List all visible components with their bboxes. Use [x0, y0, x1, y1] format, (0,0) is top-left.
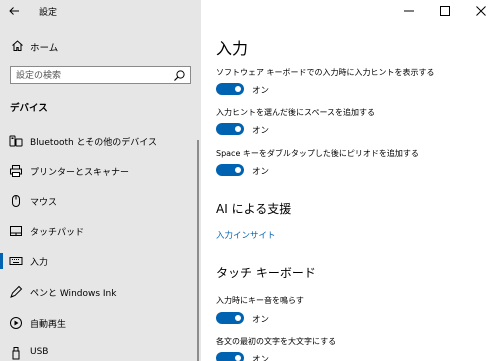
toggle-knob — [235, 355, 241, 361]
toggle-capitalize[interactable] — [216, 352, 244, 361]
sidebar-item-label: プリンターとスキャナー — [30, 168, 130, 178]
sidebar-item-typing[interactable]: 入力 — [0, 249, 201, 273]
close-icon — [476, 6, 486, 16]
usb-icon — [12, 347, 20, 360]
sidebar-item-usb[interactable]: USB — [0, 341, 201, 361]
sidebar: 設定 ホーム デバイス Bluetooth とその他のデバイス — [0, 0, 201, 361]
sidebar-item-label: Bluetooth とその他のデバイス — [30, 138, 158, 148]
home-icon — [12, 40, 23, 51]
toggle-state-label: オン — [252, 355, 270, 361]
toggle-knob — [235, 167, 241, 173]
setting-label: 各文の最初の文字を大文字にする — [216, 337, 337, 346]
sidebar-item-bluetooth[interactable]: Bluetooth とその他のデバイス — [0, 129, 201, 153]
keyboard-icon — [9, 257, 23, 265]
autoplay-icon — [10, 317, 22, 329]
back-arrow-icon — [9, 7, 19, 15]
window-controls — [390, 0, 500, 22]
toggle-knob — [235, 86, 241, 92]
toggle-add-period[interactable] — [216, 164, 244, 176]
touchpad-icon — [10, 226, 22, 236]
home-label: ホーム — [30, 43, 59, 54]
sidebar-item-label: USB — [30, 347, 49, 357]
close-button[interactable] — [464, 0, 498, 22]
title-bar: 設定 — [0, 0, 201, 22]
toggle-add-space[interactable] — [216, 123, 244, 135]
toggle-show-text-suggestions[interactable] — [216, 83, 244, 95]
sidebar-scrollbar[interactable] — [197, 140, 199, 361]
toggle-state-label: オン — [252, 126, 270, 136]
search-icon[interactable] — [173, 69, 186, 82]
sidebar-item-touchpad[interactable]: タッチパッド — [0, 219, 201, 243]
app-title: 設定 — [39, 8, 58, 18]
setting-label: 入力時にキー音を鳴らす — [216, 296, 304, 305]
sidebar-item-label: 自動再生 — [30, 320, 67, 330]
sidebar-item-home[interactable]: ホーム — [0, 36, 201, 56]
back-button[interactable] — [6, 3, 22, 19]
toggle-state-label: オン — [252, 86, 270, 96]
selection-indicator — [0, 253, 3, 269]
minimize-button[interactable] — [392, 0, 426, 22]
sidebar-item-pen[interactable]: ペンと Windows Ink — [0, 280, 201, 304]
sidebar-item-label: マウス — [30, 198, 58, 208]
sidebar-item-mouse[interactable]: マウス — [0, 189, 201, 213]
setting-label: Space キーをダブルタップした後にピリオドを追加する — [216, 149, 419, 158]
sidebar-item-label: ペンと Windows Ink — [30, 289, 117, 299]
toggle-knob — [235, 126, 241, 132]
toggle-state-label: オン — [252, 167, 270, 177]
setting-label: 入力ヒントを選んだ後にスペースを追加する — [216, 108, 376, 117]
page-title: 入力 — [216, 39, 249, 58]
sidebar-item-label: 入力 — [30, 258, 49, 268]
settings-window: 設定 ホーム デバイス Bluetooth とその他のデバイス — [0, 0, 500, 361]
toggle-key-sounds[interactable] — [216, 312, 244, 324]
pen-icon — [10, 285, 23, 298]
minimize-icon — [404, 10, 414, 12]
maximize-button[interactable] — [428, 0, 462, 22]
section-heading-ai: AI による支援 — [216, 202, 292, 216]
section-heading-touch-keyboard: タッチ キーボード — [216, 266, 316, 280]
main-content: 入力 ソフトウェア キーボードでの入力時に入力ヒントを表示する オン 入力ヒント… — [201, 0, 500, 361]
sidebar-item-label: タッチパッド — [30, 228, 85, 238]
setting-label: ソフトウェア キーボードでの入力時に入力ヒントを表示する — [216, 68, 435, 77]
search-box — [10, 66, 191, 84]
printer-icon — [10, 165, 22, 177]
search-input[interactable] — [16, 69, 166, 82]
sidebar-item-printers[interactable]: プリンターとスキャナー — [0, 159, 201, 183]
section-heading-devices: デバイス — [10, 103, 48, 114]
toggle-state-label: オン — [252, 315, 270, 325]
bluetooth-devices-icon — [9, 135, 23, 147]
typing-insights-link[interactable]: 入力インサイト — [216, 229, 276, 241]
sidebar-item-autoplay[interactable]: 自動再生 — [0, 311, 201, 335]
maximize-icon — [440, 6, 450, 16]
toggle-knob — [235, 315, 241, 321]
mouse-icon — [12, 195, 20, 207]
